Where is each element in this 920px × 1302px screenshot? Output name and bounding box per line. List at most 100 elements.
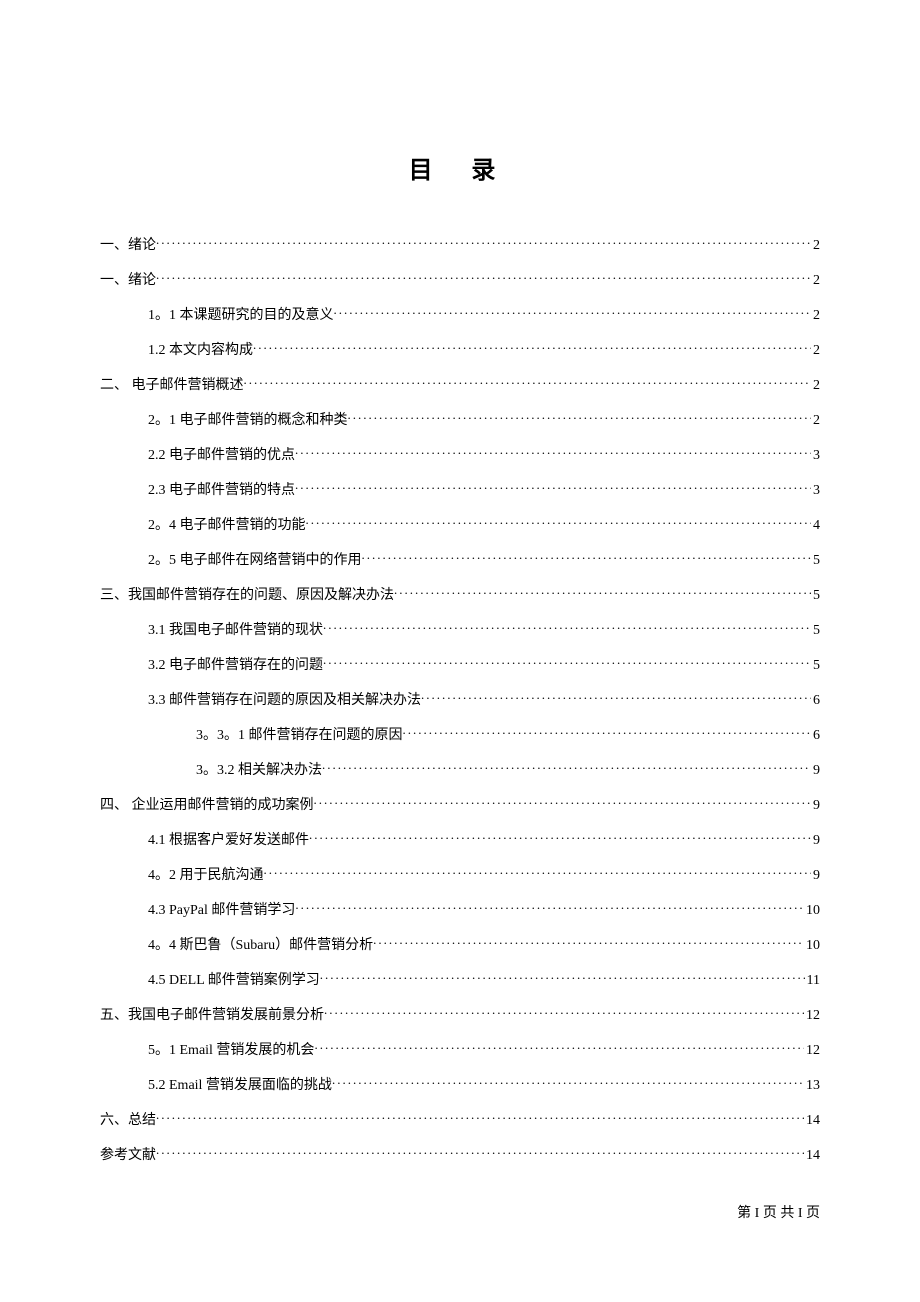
toc-entry-label: 5。1 Email 营销发展的机会: [148, 1040, 314, 1061]
toc-entry-label: 4.5 DELL 邮件营销案例学习: [148, 970, 320, 991]
toc-entry-page: 9: [811, 795, 820, 816]
toc-entry-page: 2: [811, 340, 820, 361]
toc-entry: 一、绪论2: [100, 270, 820, 291]
toc-entry-page: 5: [811, 655, 820, 676]
table-of-contents: 一、绪论2一、绪论21。1 本课题研究的目的及意义21.2 本文内容构成2二、 …: [100, 235, 820, 1166]
toc-leader-dots: [309, 830, 811, 844]
toc-entry: 一、绪论 2: [100, 235, 820, 256]
toc-leader-dots: [324, 1005, 804, 1019]
toc-entry: 2。5 电子邮件在网络营销中的作用 5: [148, 550, 820, 571]
toc-leader-dots: [156, 235, 811, 249]
toc-entry-label: 3。3。1 邮件营销存在问题的原因: [196, 725, 403, 746]
toc-leader-dots: [332, 1075, 804, 1089]
toc-entry-page: 10: [804, 900, 820, 921]
toc-entry-label: 五、我国电子邮件营销发展前景分析: [100, 1005, 324, 1026]
toc-leader-dots: [320, 970, 805, 984]
toc-entry: 二、 电子邮件营销概述 2: [100, 375, 820, 396]
toc-entry: 3.2 电子邮件营销存在的问题 5: [148, 655, 820, 676]
toc-entry-page: 3: [811, 480, 820, 501]
toc-leader-dots: [253, 340, 811, 354]
toc-entry-page: 10: [804, 935, 820, 956]
toc-entry: 3.1 我国电子邮件营销的现状 5: [148, 620, 820, 641]
toc-leader-dots: [156, 1110, 804, 1124]
toc-entry: 3.3 邮件营销存在问题的原因及相关解决办法 6: [148, 690, 820, 711]
toc-entry-label: 3。3.2 相关解决办法: [196, 760, 322, 781]
toc-entry-label: 2.3 电子邮件营销的特点: [148, 480, 295, 501]
toc-entry-label: 参考文献: [100, 1145, 156, 1166]
toc-entry: 2。4 电子邮件营销的功能 4: [148, 515, 820, 536]
toc-leader-dots: [295, 445, 811, 459]
toc-entry: 1.2 本文内容构成 2: [148, 340, 820, 361]
toc-entry-label: 2。1 电子邮件营销的概念和种类: [148, 410, 348, 431]
toc-entry: 3。3。1 邮件营销存在问题的原因 6: [196, 725, 820, 746]
toc-entry-page: 13: [804, 1075, 820, 1096]
toc-entry-page: 2: [811, 410, 820, 431]
toc-leader-dots: [421, 690, 811, 704]
toc-entry: 5.2 Email 营销发展面临的挑战 13: [148, 1075, 820, 1096]
toc-entry-label: 2。4 电子邮件营销的功能: [148, 515, 306, 536]
toc-entry: 4.1 根据客户爱好发送邮件 9: [148, 830, 820, 851]
toc-leader-dots: [264, 865, 812, 879]
toc-entry: 4.3 PayPal 邮件营销学习 10: [148, 900, 820, 921]
toc-entry: 2。1 电子邮件营销的概念和种类 2: [148, 410, 820, 431]
toc-entry-label: 3.3 邮件营销存在问题的原因及相关解决办法: [148, 690, 421, 711]
toc-entry: 参考文献 14: [100, 1145, 820, 1166]
toc-entry-page: 4: [811, 515, 820, 536]
toc-entry-label: 2.2 电子邮件营销的优点: [148, 445, 295, 466]
toc-leader-dots: [373, 935, 804, 949]
toc-entry-page: 6: [811, 725, 820, 746]
toc-entry-page: 5: [811, 550, 820, 571]
toc-leader-dots: [156, 270, 811, 284]
toc-entry-page: 11: [805, 970, 820, 991]
toc-entry-page: 14: [804, 1110, 820, 1131]
toc-entry-page: 9: [811, 830, 820, 851]
toc-entry: 1。1 本课题研究的目的及意义2: [148, 305, 820, 326]
toc-entry-page: 2: [811, 375, 820, 396]
toc-leader-dots: [403, 725, 812, 739]
toc-entry: 2.3 电子邮件营销的特点 3: [148, 480, 820, 501]
toc-entry: 四、 企业运用邮件营销的成功案例 9: [100, 795, 820, 816]
toc-entry: 2.2 电子邮件营销的优点 3: [148, 445, 820, 466]
toc-entry-page: 12: [804, 1040, 820, 1061]
toc-entry-label: 三、我国邮件营销存在的问题、原因及解决办法: [100, 585, 394, 606]
toc-entry: 4。4 斯巴鲁（Subaru）邮件营销分析 10: [148, 935, 820, 956]
document-page: 目 录 一、绪论2一、绪论21。1 本课题研究的目的及意义21.2 本文内容构成…: [0, 0, 920, 1240]
toc-entry-label: 2。5 电子邮件在网络营销中的作用: [148, 550, 362, 571]
toc-entry-label: 4。4 斯巴鲁（Subaru）邮件营销分析: [148, 935, 373, 956]
page-footer: 第 I 页 共 I 页: [737, 1202, 820, 1222]
toc-leader-dots: [323, 620, 811, 634]
toc-entry-page: 2: [811, 235, 820, 256]
toc-entry-page: 3: [811, 445, 820, 466]
toc-entry-page: 6: [811, 690, 820, 711]
toc-entry-label: 二、 电子邮件营销概述: [100, 375, 244, 396]
toc-leader-dots: [295, 480, 811, 494]
toc-entry-page: 5: [811, 620, 820, 641]
toc-entry-page: 2: [811, 270, 820, 291]
toc-entry: 六、总结14: [100, 1110, 820, 1131]
toc-entry-label: 4。2 用于民航沟通: [148, 865, 264, 886]
toc-entry-label: 一、绪论: [100, 235, 156, 256]
toc-entry: 4.5 DELL 邮件营销案例学习 11: [148, 970, 820, 991]
toc-entry-label: 5.2 Email 营销发展面临的挑战: [148, 1075, 332, 1096]
toc-entry-label: 4.3 PayPal 邮件营销学习: [148, 900, 295, 921]
toc-leader-dots: [394, 585, 811, 599]
toc-entry: 三、我国邮件营销存在的问题、原因及解决办法 5: [100, 585, 820, 606]
toc-entry-page: 5: [811, 585, 820, 606]
toc-entry-page: 2: [811, 305, 820, 326]
toc-entry-label: 3.2 电子邮件营销存在的问题: [148, 655, 323, 676]
toc-leader-dots: [295, 900, 804, 914]
toc-leader-dots: [362, 550, 812, 564]
toc-leader-dots: [156, 1145, 804, 1159]
toc-entry-page: 14: [804, 1145, 820, 1166]
toc-leader-dots: [323, 655, 811, 669]
toc-leader-dots: [306, 515, 812, 529]
toc-entry: 5。1 Email 营销发展的机会 12: [148, 1040, 820, 1061]
toc-entry: 4。2 用于民航沟通9: [148, 865, 820, 886]
toc-leader-dots: [244, 375, 812, 389]
toc-entry-label: 3.1 我国电子邮件营销的现状: [148, 620, 323, 641]
toc-entry-label: 1.2 本文内容构成: [148, 340, 253, 361]
toc-entry-label: 4.1 根据客户爱好发送邮件: [148, 830, 309, 851]
toc-leader-dots: [314, 795, 812, 809]
toc-leader-dots: [322, 760, 811, 774]
toc-entry-label: 四、 企业运用邮件营销的成功案例: [100, 795, 314, 816]
